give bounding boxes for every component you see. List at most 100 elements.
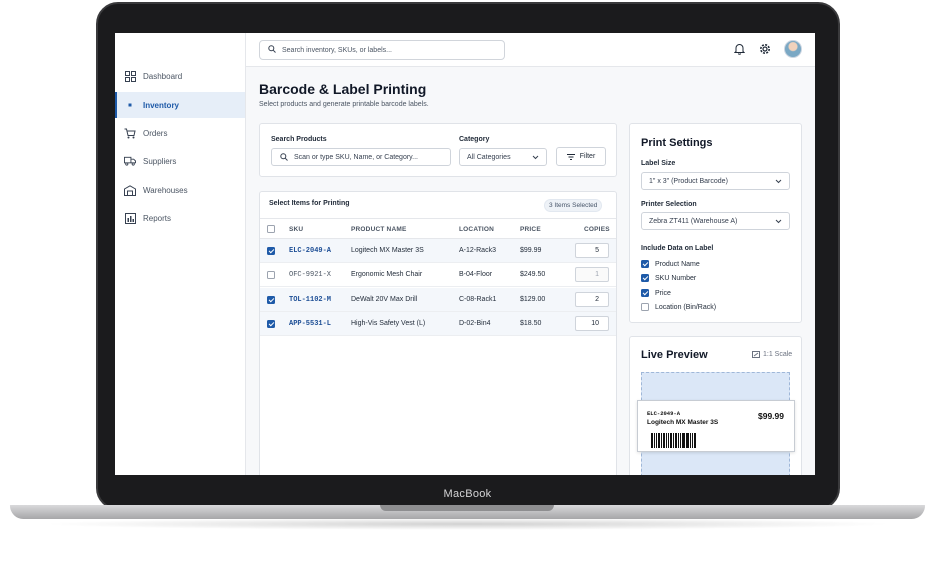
search-products-label: Search Products	[271, 136, 327, 143]
sidebar-item-label: Dashboard	[143, 71, 183, 81]
sidebar-item-label: Reports	[143, 213, 172, 223]
sidebar-item-warehouses[interactable]: Warehouses	[115, 177, 245, 203]
table-row[interactable]: TOL-1102-M DeWalt 20V Max Drill C-08-Rac…	[260, 288, 616, 312]
label-sku: ELC-2049-A	[647, 410, 681, 417]
scale-text: 1:1 Scale	[763, 351, 793, 358]
table-row[interactable]: APP-5531-L High-Vis Safety Vest (L) D-02…	[260, 312, 616, 336]
option-label: Location (Bin/Rack)	[655, 303, 717, 311]
selected-count-badge: 3 Items Selected	[544, 199, 603, 212]
option-checkbox[interactable]	[641, 303, 649, 311]
sku-cell: TOL-1102-M	[289, 296, 332, 304]
copies-input[interactable]: 10	[575, 316, 609, 331]
chevron-down-icon	[775, 219, 782, 224]
sidebar-item-reports[interactable]: Reports	[115, 205, 245, 231]
row-checkbox[interactable]	[267, 247, 275, 255]
filter-button[interactable]: Filter	[556, 147, 606, 166]
column-header-sku: SKU	[289, 226, 304, 233]
page-subtitle: Select products and generate printable b…	[259, 101, 429, 108]
printer-value: Zebra ZT411 (Warehouse A)	[649, 217, 738, 225]
label-size-select[interactable]: 1" x 3" (Product Barcode)	[641, 172, 790, 190]
main-content: Search inventory, SKUs, or labels... Bar…	[246, 33, 815, 475]
row-checkbox[interactable]	[267, 320, 275, 328]
filter-icon	[566, 153, 575, 160]
product-name-cell: Ergonomic Mesh Chair	[351, 271, 423, 278]
product-name-cell: DeWalt 20V Max Drill	[351, 296, 418, 303]
category-select[interactable]: All Categories	[459, 148, 547, 166]
option-price[interactable]: Price	[641, 288, 671, 298]
column-header-price: PRICE	[520, 226, 541, 233]
select-all-checkbox[interactable]	[267, 225, 275, 233]
row-checkbox[interactable]	[267, 296, 275, 304]
search-icon	[280, 153, 288, 161]
product-search-placeholder: Scan or type SKU, Name, or Category...	[294, 153, 418, 161]
option-checkbox[interactable]	[641, 289, 649, 297]
sku-cell: APP-5531-L	[289, 320, 332, 328]
sidebar-item-suppliers[interactable]: Suppliers	[115, 148, 245, 174]
copies-input[interactable]: 1	[575, 267, 609, 282]
gear-icon[interactable]	[758, 42, 772, 56]
category-label: Category	[459, 136, 490, 143]
topbar: Search inventory, SKUs, or labels...	[246, 33, 815, 67]
price-cell: $129.00	[520, 296, 546, 303]
option-label: Price	[655, 289, 671, 297]
printer-select[interactable]: Zebra ZT411 (Warehouse A)	[641, 212, 790, 230]
location-cell: B-04-Floor	[459, 271, 493, 278]
scale-icon	[752, 351, 760, 358]
column-header-location: LOCATION	[459, 226, 495, 233]
include-data-label: Include Data on Label	[641, 245, 714, 252]
option-sku-number[interactable]: SKU Number	[641, 273, 696, 283]
label-product-name: Logitech MX Master 3S	[647, 419, 719, 426]
sidebar-item-label: Warehouses	[143, 185, 188, 195]
price-cell: $99.99	[520, 247, 542, 254]
live-preview-card: Live Preview 1:1 Scale ELC-2049-A Logite…	[629, 336, 802, 475]
label-size-label: Label Size	[641, 160, 676, 167]
scale-indicator: 1:1 Scale	[752, 351, 792, 358]
bell-icon[interactable]	[732, 42, 746, 56]
table-row[interactable]: ELC-2049-A Logitech MX Master 3S A-12-Ra…	[260, 239, 616, 263]
label-price: $99.99	[758, 411, 784, 421]
dashboard-icon	[124, 70, 136, 82]
price-cell: $18.50	[520, 320, 542, 327]
product-search-input[interactable]: Scan or type SKU, Name, or Category...	[271, 148, 451, 166]
avatar[interactable]	[784, 40, 802, 58]
option-product-name[interactable]: Product Name	[641, 259, 700, 269]
table-header: SKU PRODUCT NAME LOCATION PRICE COPIES	[260, 218, 616, 239]
print-settings-card: Print Settings Label Size 1" x 3" (Produ…	[629, 123, 802, 323]
sidebar-item-label: Inventory	[143, 100, 180, 110]
items-table-card: Select Items for Printing 3 Items Select…	[259, 191, 617, 475]
copies-input[interactable]: 5	[575, 243, 609, 258]
sku-cell: ELC-2049-A	[289, 247, 332, 255]
reports-icon	[124, 212, 136, 224]
product-name-cell: Logitech MX Master 3S	[351, 247, 424, 254]
copies-input[interactable]: 2	[575, 292, 609, 307]
label-size-value: 1" x 3" (Product Barcode)	[649, 177, 728, 185]
option-label: SKU Number	[655, 274, 697, 282]
laptop-shadow	[40, 518, 895, 530]
sku-cell: OFC-9921-X	[289, 271, 332, 279]
chevron-down-icon	[532, 155, 539, 160]
column-header-product-name: PRODUCT NAME	[351, 226, 407, 233]
filter-button-label: Filter	[579, 153, 596, 160]
filters-card: Search Products Scan or type SKU, Name, …	[259, 123, 617, 177]
search-placeholder: Search inventory, SKUs, or labels...	[282, 46, 392, 54]
laptop-notch	[380, 505, 554, 511]
print-settings-title: Print Settings	[641, 137, 713, 149]
sidebar: Dashboard Inventory Orders Suppliers War…	[115, 33, 246, 475]
option-location[interactable]: Location (Bin/Rack)	[641, 302, 716, 312]
printer-selection-label: Printer Selection	[641, 201, 697, 208]
global-search-input[interactable]: Search inventory, SKUs, or labels...	[259, 40, 505, 60]
location-cell: C-08-Rack1	[459, 296, 497, 303]
row-checkbox[interactable]	[267, 271, 275, 279]
option-checkbox[interactable]	[641, 274, 649, 282]
option-checkbox[interactable]	[641, 260, 649, 268]
sidebar-item-inventory[interactable]: Inventory	[115, 92, 245, 118]
chevron-down-icon	[775, 179, 782, 184]
label-preview: ELC-2049-A Logitech MX Master 3S $99.99	[637, 400, 795, 452]
option-label: Product Name	[655, 260, 700, 268]
column-header-copies: COPIES	[584, 226, 610, 233]
price-cell: $249.50	[520, 271, 546, 278]
sidebar-item-dashboard[interactable]: Dashboard	[115, 63, 245, 89]
sidebar-item-orders[interactable]: Orders	[115, 120, 245, 146]
product-name-cell: High-Vis Safety Vest (L)	[351, 320, 426, 327]
table-row[interactable]: OFC-9921-X Ergonomic Mesh Chair B-04-Flo…	[260, 263, 616, 287]
